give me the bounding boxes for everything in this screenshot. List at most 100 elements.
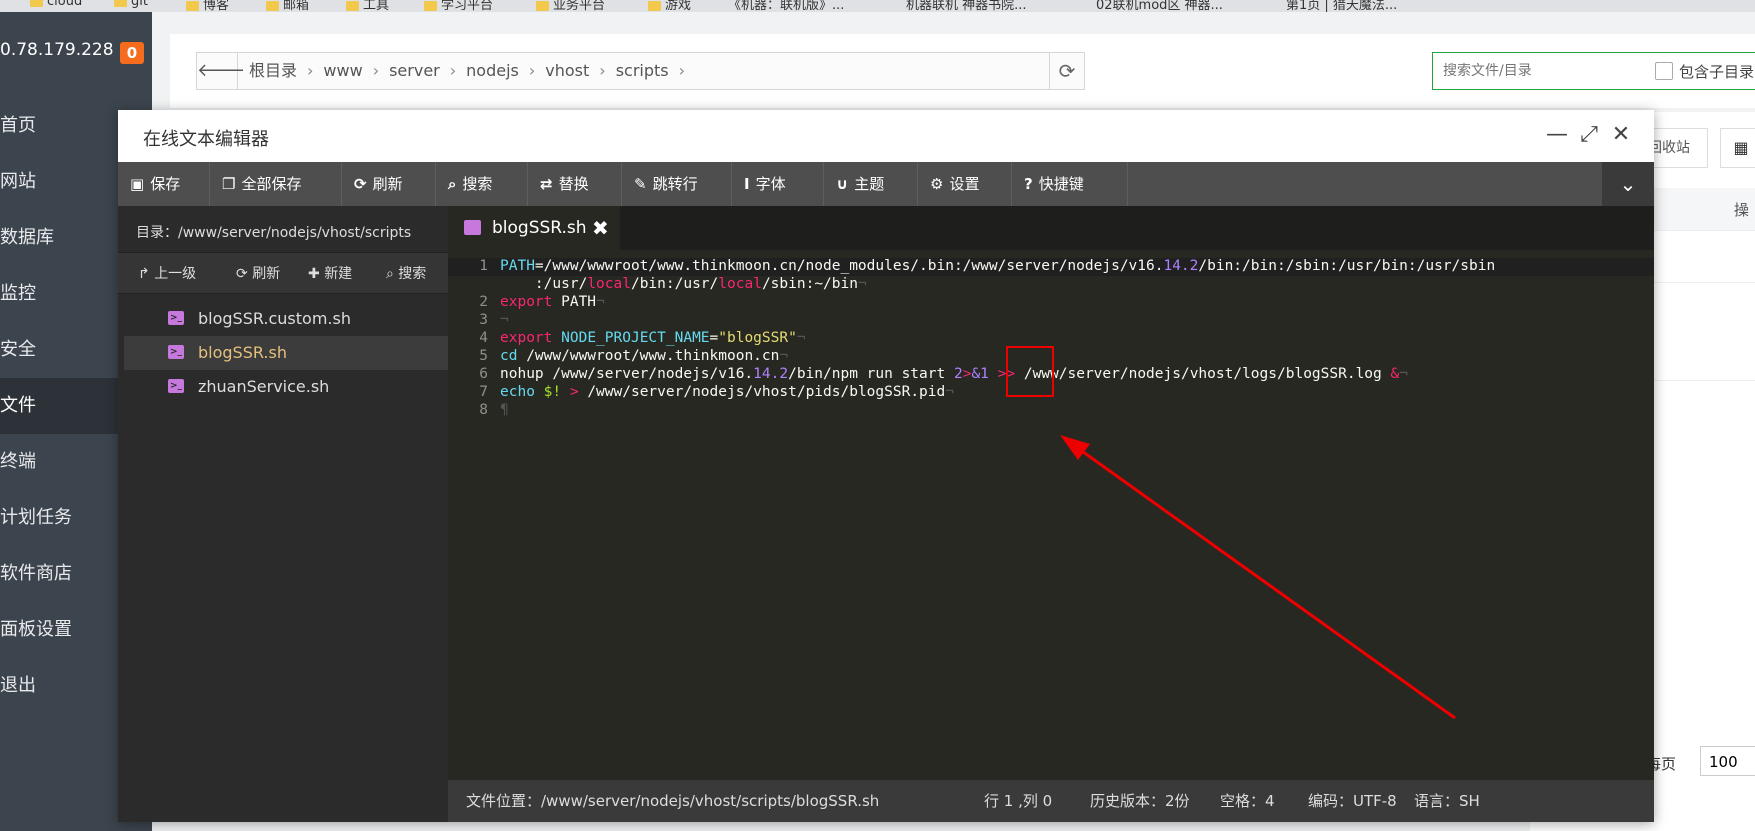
refresh-icon: ⟳ [354,175,367,193]
terminal-file-icon: >_ [168,311,184,325]
history-versions[interactable]: 历史版本：2份 [1090,780,1190,822]
terminal-file-icon: >_ [168,345,184,359]
code-line: :/usr/local/bin:/usr/local/sbin:~/bin¬ [500,276,867,292]
grid-view-icon[interactable]: ▦ [1720,128,1755,168]
breadcrumb-item-scripts[interactable]: scripts [616,61,669,80]
chevron-right-icon: › [307,61,314,80]
bookmark-cloud[interactable]: cloud [30,0,82,9]
pin-icon: ✎ [634,175,647,193]
line-number: 7 [479,384,488,400]
chevron-right-icon: › [599,61,606,80]
code-area[interactable]: 1 2 3 4 5 6 7 8 PATH=/www/wwwroot/www.th… [448,258,1654,728]
file-item[interactable]: >_ zhuanService.sh [124,370,448,404]
column-operation: 操 [1733,201,1749,219]
bookmark-business[interactable]: 业务平台 [536,0,605,12]
refresh-icon[interactable]: ⟳ [1049,53,1084,89]
magnet-icon: ∪ [836,175,849,193]
bookmarks-bar: cloud git 博客 邮箱 工具 学习平台 业务平台 游戏 《机器：联机版》… [0,0,1755,12]
bookmark-10[interactable]: 02联机mod区 神器... [1096,0,1223,12]
breadcrumb-item-server[interactable]: server [389,61,440,80]
file-manager-header: 🡐 根目录 › www › server › nodejs › vhost › scripts › ⟳… [170,34,1755,108]
chevron-down-icon[interactable]: ⌄ [1602,162,1654,206]
save-all-icon: ❐ [222,175,236,193]
code-line: export PATH¬ [500,294,605,310]
parent-dir-button[interactable]: ↱ 上一级 [138,263,196,283]
minimize-icon[interactable]: — [1542,120,1572,150]
folder-icon [114,0,127,7]
new-file-button[interactable]: ✚ 新建 [308,263,352,283]
tab-blogssr-sh[interactable]: blogSSR.sh ✖ [448,206,620,250]
tree-search-button[interactable]: ⌕ 搜索 [386,263,426,283]
search-button[interactable]: ⌕ 搜索 [436,162,528,206]
search-icon: ⌕ [448,175,457,193]
line-number: 8 [479,402,488,418]
font-icon: I [744,175,750,193]
save-icon: ▣ [130,175,145,193]
language-setting[interactable]: 语言：SH [1414,780,1480,822]
bookmark-11[interactable]: 第1页 | 猎天魔法... [1286,0,1397,12]
theme-button[interactable]: ∪ 主题 [824,162,918,206]
settings-button[interactable]: ⚙ 设置 [918,162,1012,206]
line-number: 6 [479,366,488,382]
include-subdir-label: 包含子目录 [1679,63,1755,81]
bookmark-9[interactable]: 机器联机 神器书院... [906,0,1027,12]
help-icon: ? [1024,175,1033,193]
file-item[interactable]: >_ blogSSR.custom.sh [124,302,448,336]
chevron-right-icon: › [372,61,380,80]
close-tab-icon[interactable]: ✖ [592,206,609,250]
file-tree-panel: 目录：/www/server/nodejs/vhost/scripts ↱ 上一… [118,206,448,822]
bookmark-tools[interactable]: 工具 [346,0,389,12]
folder-icon [648,0,661,11]
bookmark-git[interactable]: git [114,0,148,9]
editor-statusbar: 文件位置：/www/server/nodejs/vhost/scripts/bl… [448,780,1654,822]
font-button[interactable]: I 字体 [732,162,824,206]
gear-icon: ⚙ [930,175,944,193]
code-line: ¬ [500,312,509,328]
save-all-button[interactable]: ❐ 全部保存 [210,162,342,206]
indent-setting[interactable]: 空格：4 [1220,780,1275,822]
file-search: 包含子目录 [1432,52,1755,90]
line-number: 3 [479,312,488,328]
editor-tabs: blogSSR.sh ✖ [448,206,1654,250]
refresh-icon: ⟳ [236,266,253,282]
arrow-up-icon: ↱ [138,266,155,282]
search-input[interactable] [1441,59,1645,83]
goto-line-button[interactable]: ✎ 跳转行 [622,162,732,206]
breadcrumb-item-nodejs[interactable]: nodejs [466,61,519,80]
folder-icon [266,0,279,11]
file-location: 文件位置：/www/server/nodejs/vhost/scripts/bl… [466,792,880,810]
notification-badge[interactable]: 0 [120,42,144,64]
line-number: 4 [479,330,488,346]
code-line: cd /www/wwwroot/www.thinkmoon.cn¬ [500,348,789,364]
breadcrumb-item-vhost[interactable]: vhost [545,61,589,80]
line-number: 1 [479,258,488,274]
per-page-select[interactable]: 100 [1700,746,1755,776]
maximize-icon[interactable]: ⤢ [1574,120,1604,150]
line-number: 2 [479,294,488,310]
folder-icon [424,0,437,11]
terminal-file-icon: >_ [168,379,184,393]
shortcuts-button[interactable]: ? 快捷键 [1012,162,1128,206]
replace-button[interactable]: ⇄ 替换 [528,162,622,206]
code-line: ¶ [500,402,509,418]
replace-icon: ⇄ [540,175,553,193]
bookmark-blog[interactable]: 博客 [186,0,229,12]
close-icon[interactable]: ✕ [1606,120,1636,150]
dialog-titlebar: 在线文本编辑器 — ⤢ ✕ [118,110,1654,162]
bookmark-mail[interactable]: 邮箱 [266,0,309,12]
breadcrumb-item-root[interactable]: 根目录 [249,61,297,80]
tree-refresh-button[interactable]: ⟳ 刷新 [236,263,280,283]
line-number: 5 [479,348,488,364]
file-item-active[interactable]: >_ blogSSR.sh [124,336,448,370]
folder-icon [186,0,199,11]
save-button[interactable]: ▣ 保存 [118,162,210,206]
bookmark-8[interactable]: 《机器：联机版》... [728,0,844,12]
code-line: echo $! > /www/server/nodejs/vhost/pids/… [500,384,954,400]
include-subdir-checkbox[interactable] [1655,62,1673,80]
bookmark-games[interactable]: 游戏 [648,0,691,12]
breadcrumb-item-www[interactable]: www [323,61,362,80]
refresh-button[interactable]: ⟳ 刷新 [342,162,436,206]
encoding-setting[interactable]: 编码：UTF-8 [1308,780,1397,822]
bookmark-learn[interactable]: 学习平台 [424,0,493,12]
back-button[interactable]: 🡐 [197,53,245,89]
